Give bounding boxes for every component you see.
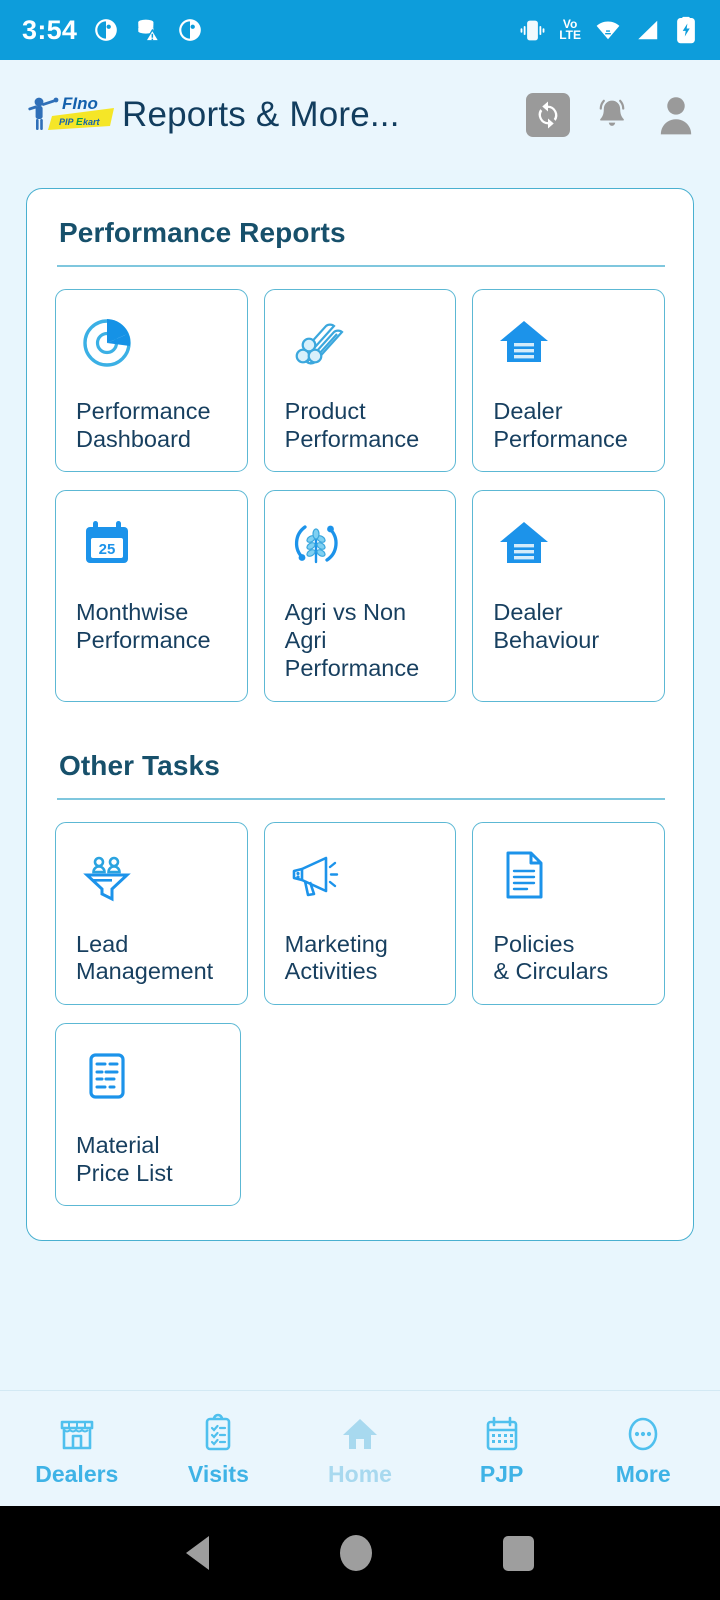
wheat-cycle-icon [285, 513, 440, 573]
app-bar: FIno PIP E kart Reports & More... [0, 60, 720, 170]
bottom-navigation: Dealers Visits Home PJP More [0, 1390, 720, 1506]
pipes-icon [285, 312, 440, 372]
section-divider [57, 265, 665, 267]
status-bar-clock: 3:54 [22, 14, 78, 45]
status-bar-right: Vo LTE [519, 16, 698, 44]
lead-funnel-icon [76, 845, 231, 905]
reports-panel: Performance Reports Performance Dashboar… [26, 188, 694, 1242]
megaphone-icon [285, 845, 440, 905]
tile-lead-management[interactable]: Lead Management [55, 821, 248, 1006]
volte-bottom-text: LTE [559, 28, 581, 42]
tile-row: Lead Management Marketing Activities Pol… [55, 821, 666, 1006]
tile-label: Agri vs Non Agri Performance [284, 599, 420, 681]
tile-label: Marketing Activities [284, 930, 388, 985]
profile-button[interactable] [654, 92, 698, 138]
notification-dot-icon [93, 17, 119, 43]
tile-policies-and-circulars[interactable]: Policies & Circulars [472, 821, 666, 1006]
svg-text:PIP: PIP [59, 117, 75, 127]
fino-pipekart-logo: FIno PIP E kart [26, 89, 114, 141]
nav-item-pjp[interactable]: PJP [436, 1410, 568, 1488]
content-area: Performance Reports Performance Dashboar… [0, 170, 720, 1390]
back-button[interactable] [185, 1536, 209, 1570]
tile-label: Dealer Behaviour [493, 599, 600, 654]
nav-label: More [615, 1460, 671, 1487]
vibrate-icon [519, 17, 546, 44]
svg-text:25: 25 [99, 541, 116, 558]
app-bar-actions [526, 92, 698, 138]
status-bar-left: 3:54 [22, 15, 203, 46]
tile-label: Product Performance [284, 398, 420, 452]
status-bar: 3:54 Vo LTE [0, 0, 720, 60]
nav-label: PJP [479, 1460, 524, 1487]
nav-item-visits[interactable]: Visits [152, 1410, 284, 1488]
tile-label: Material Price List [76, 1132, 173, 1186]
app-screen: 3:54 Vo LTE FIno PIP E kart Reports & Mo… [0, 0, 720, 1600]
svg-text:E: E [76, 117, 83, 128]
nav-item-more[interactable]: More [577, 1410, 709, 1488]
database-alert-icon [135, 17, 161, 43]
tile-row-filler [257, 1023, 453, 1206]
tile-agri-vs-non-agri-performance[interactable]: Agri vs Non Agri Performance [263, 490, 457, 702]
nav-label: Visits [187, 1460, 249, 1487]
tile-label: Monthwise Performance [76, 599, 211, 654]
section-title-other-tasks: Other Tasks [59, 749, 220, 781]
home-icon [342, 1418, 377, 1449]
tile-label: Performance Dashboard [76, 398, 211, 452]
section-divider [57, 797, 665, 800]
page-title: Reports & More... [122, 95, 400, 134]
document-icon [493, 845, 648, 905]
nav-item-home[interactable]: Home [294, 1410, 426, 1488]
android-system-bar [0, 1506, 720, 1600]
tile-performance-dashboard[interactable]: Performance Dashboard [55, 289, 248, 473]
warehouse-icon [493, 513, 648, 573]
tile-material-price-list[interactable]: Material Price List [55, 1023, 241, 1207]
recents-button[interactable] [503, 1535, 535, 1571]
notification-dot-icon [177, 17, 203, 43]
tile-row: Material Price List [55, 1023, 665, 1207]
nav-label: Dealers [35, 1460, 119, 1487]
tile-marketing-activities[interactable]: Marketing Activities [263, 821, 457, 1006]
tile-row: Performance Dashboard Product Performanc… [55, 289, 666, 473]
warehouse-icon [493, 312, 648, 372]
clipboard-check-icon [206, 1413, 231, 1450]
volte-icon: Vo LTE [559, 17, 581, 42]
donut-chart-icon [76, 312, 231, 372]
sync-button[interactable] [526, 93, 570, 137]
tile-label: Lead Management [76, 930, 214, 985]
svg-text:FIno: FIno [62, 94, 98, 113]
calendar-icon [486, 1416, 517, 1450]
notifications-button[interactable] [590, 92, 634, 138]
tile-dealer-behaviour[interactable]: Dealer Behaviour [472, 490, 666, 702]
price-list-icon [76, 1046, 224, 1106]
tile-row: 25 Monthwise Performance Agri vs Non Agr… [55, 490, 666, 702]
tile-monthwise-performance[interactable]: 25 Monthwise Performance [55, 490, 248, 702]
tile-label: Policies & Circulars [493, 930, 609, 985]
tile-dealer-performance[interactable]: Dealer Performance [472, 289, 666, 473]
tile-label: Dealer Performance [493, 398, 628, 452]
more-dots-icon [628, 1417, 658, 1450]
store-icon [60, 1420, 94, 1449]
nav-item-dealers[interactable]: Dealers [11, 1410, 143, 1488]
cellular-signal-icon [635, 17, 661, 43]
svg-text:kart: kart [83, 117, 101, 127]
home-button[interactable] [339, 1535, 372, 1571]
nav-label: Home [328, 1460, 392, 1487]
tile-product-performance[interactable]: Product Performance [263, 289, 457, 473]
calendar-25-icon: 25 [76, 513, 231, 573]
battery-charging-icon [674, 16, 698, 44]
section-title-performance-reports: Performance Reports [59, 217, 346, 248]
wifi-icon [594, 17, 622, 43]
tile-row-filler [469, 1023, 665, 1206]
